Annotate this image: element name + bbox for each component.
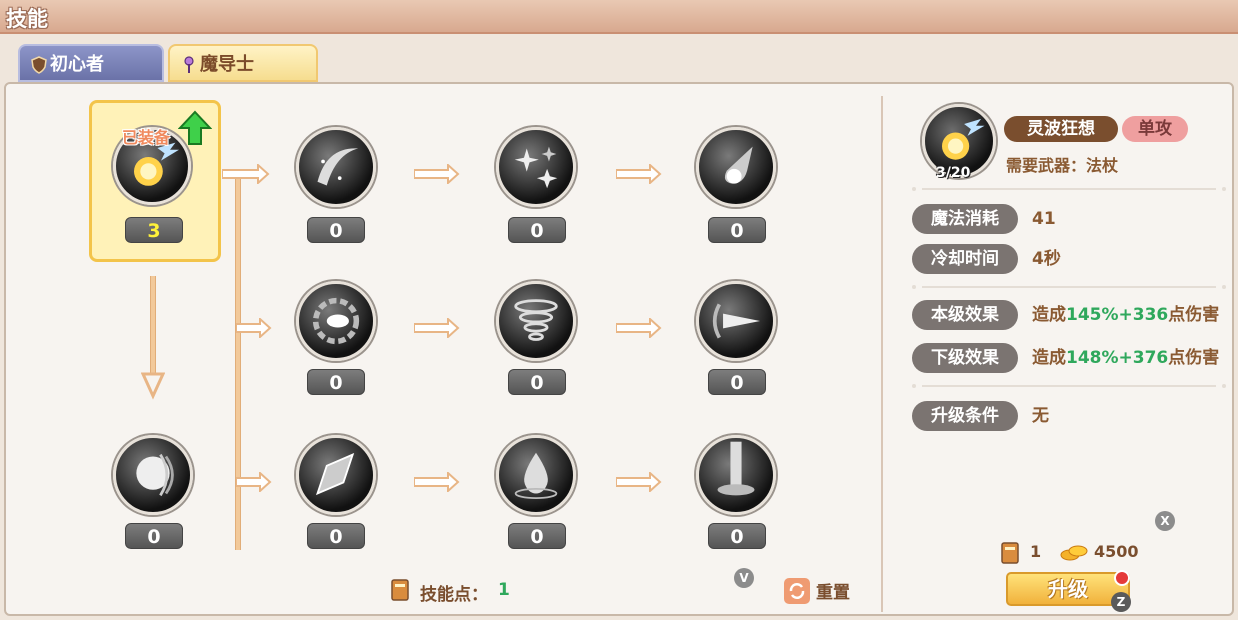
current-effect-value: 造成145%+336点伤害 [1032,300,1219,330]
skill-level-r1c1: 0 [307,217,365,243]
skill-node-r3c3[interactable] [696,435,776,515]
divider [912,285,1226,289]
cooldown-label: 冷却时间 [912,244,1018,274]
divider [912,384,1226,388]
arrow-right-icon [414,318,460,338]
hotkey-v-badge: V [734,568,754,588]
skill-node-r1c2[interactable] [496,127,576,207]
required-weapon: 需要武器：法杖 [1006,156,1119,175]
effect-suffix: 点伤害 [1168,348,1220,368]
tab-label: 初心者 [50,54,104,75]
skill-node-r1c3[interactable] [696,127,776,207]
tornado-icon [514,299,558,341]
effect-suffix: 点伤害 [1168,305,1220,325]
crystal-shard-icon [315,452,355,496]
effect-prefix: 造成 [1032,305,1066,325]
skill-window: 技能 初心者 魔导士 已装备 3 0 0 0 0 0 0 0 0 0 0 3/2… [0,0,1238,620]
arrow-right-icon [236,472,272,492]
gold-cost-value: 4500 [1094,542,1139,561]
skill-level-r2c1: 0 [307,369,365,395]
skill-level-r2c2: 0 [508,369,566,395]
skill-level-root: 3 [125,217,183,243]
book-cost-value: 1 [1030,542,1042,561]
next-effect-label: 下级效果 [912,343,1018,373]
arrow-down-icon [141,372,165,400]
skill-node-r2c3[interactable] [696,281,776,361]
hotkey-z-badge: Z [1111,592,1131,612]
skill-points-label: 技能点： [420,585,488,605]
arrow-right-icon [236,318,272,338]
tab-mage[interactable]: 魔导士 [168,44,318,82]
arrow-right-icon [616,472,662,492]
arrow-right-icon [414,472,460,492]
skill-node-r3c2[interactable] [496,435,576,515]
skill-node-r3c1[interactable] [296,435,376,515]
skill-name-badge: 灵波狂想 [1004,116,1118,142]
skill-level-r2c3: 0 [708,369,766,395]
arrow-right-icon [222,164,270,184]
next-effect-value: 造成148%+376点伤害 [1032,343,1219,373]
mana-cost-value: 41 [1032,209,1056,229]
skill-node-r1c1[interactable] [296,127,376,207]
arrow-right-icon [616,164,662,184]
cooldown-value: 4秒 [1032,249,1061,269]
star-burst-icon [514,146,558,189]
title-bar: 技能 [0,0,1238,34]
connector-line [150,276,156,374]
upgrade-requirement-value: 无 [1032,406,1049,426]
moon-slash-icon [317,148,359,186]
upgrade-requirement-label: 升级条件 [912,401,1018,431]
comet-icon [724,146,753,184]
close-x-badge[interactable]: X [1155,511,1175,531]
tab-beginner[interactable]: 初心者 [18,44,164,82]
skill-level-r3c3: 0 [708,523,766,549]
skill-level-r1c3: 0 [708,217,766,243]
light-pillar-icon [717,441,755,496]
effect-prefix: 造成 [1032,348,1066,368]
connector-line [235,172,241,550]
equipped-label: 已装备 [122,128,171,147]
tab-label: 魔导士 [200,54,254,75]
skill-node-r2c1[interactable] [296,281,376,361]
current-effect-label: 本级效果 [912,300,1018,330]
skill-type-badge: 单攻 [1122,116,1188,142]
skill-level-r1c2: 0 [508,217,566,243]
notification-dot [1114,570,1130,586]
reset-button[interactable]: 重置 [816,578,850,603]
light-orb-icon [136,453,174,497]
detail-skill-level: 3/20 [936,165,971,181]
wand-icon [184,56,194,73]
skill-level-r3c1: 0 [307,523,365,549]
reset-icon[interactable] [784,578,810,604]
divider [912,187,1226,191]
effect-highlight: 148%+376 [1066,348,1169,368]
window-title: 技能 [6,7,48,31]
skill-level-r3c2: 0 [508,523,566,549]
skill-book-icon [391,579,409,601]
effect-highlight: 145%+336 [1066,305,1169,325]
water-drop-icon [514,452,558,500]
arrow-right-icon [616,318,662,338]
vortex-eye-icon [312,297,360,345]
panel-divider [881,96,883,612]
mana-cost-label: 魔法消耗 [912,204,1018,234]
shield-icon [31,56,47,74]
skill-points-value: 1 [498,580,510,600]
arrow-right-icon [414,164,460,184]
drill-beam-icon [712,303,761,339]
skill-level-r3c0: 0 [125,523,183,549]
upgrade-available-icon [178,110,212,145]
skill-node-r2c2[interactable] [496,281,576,361]
skill-book-icon [1001,542,1019,564]
gold-coins-icon [1060,545,1088,561]
skill-node-r3c0[interactable] [113,435,193,515]
